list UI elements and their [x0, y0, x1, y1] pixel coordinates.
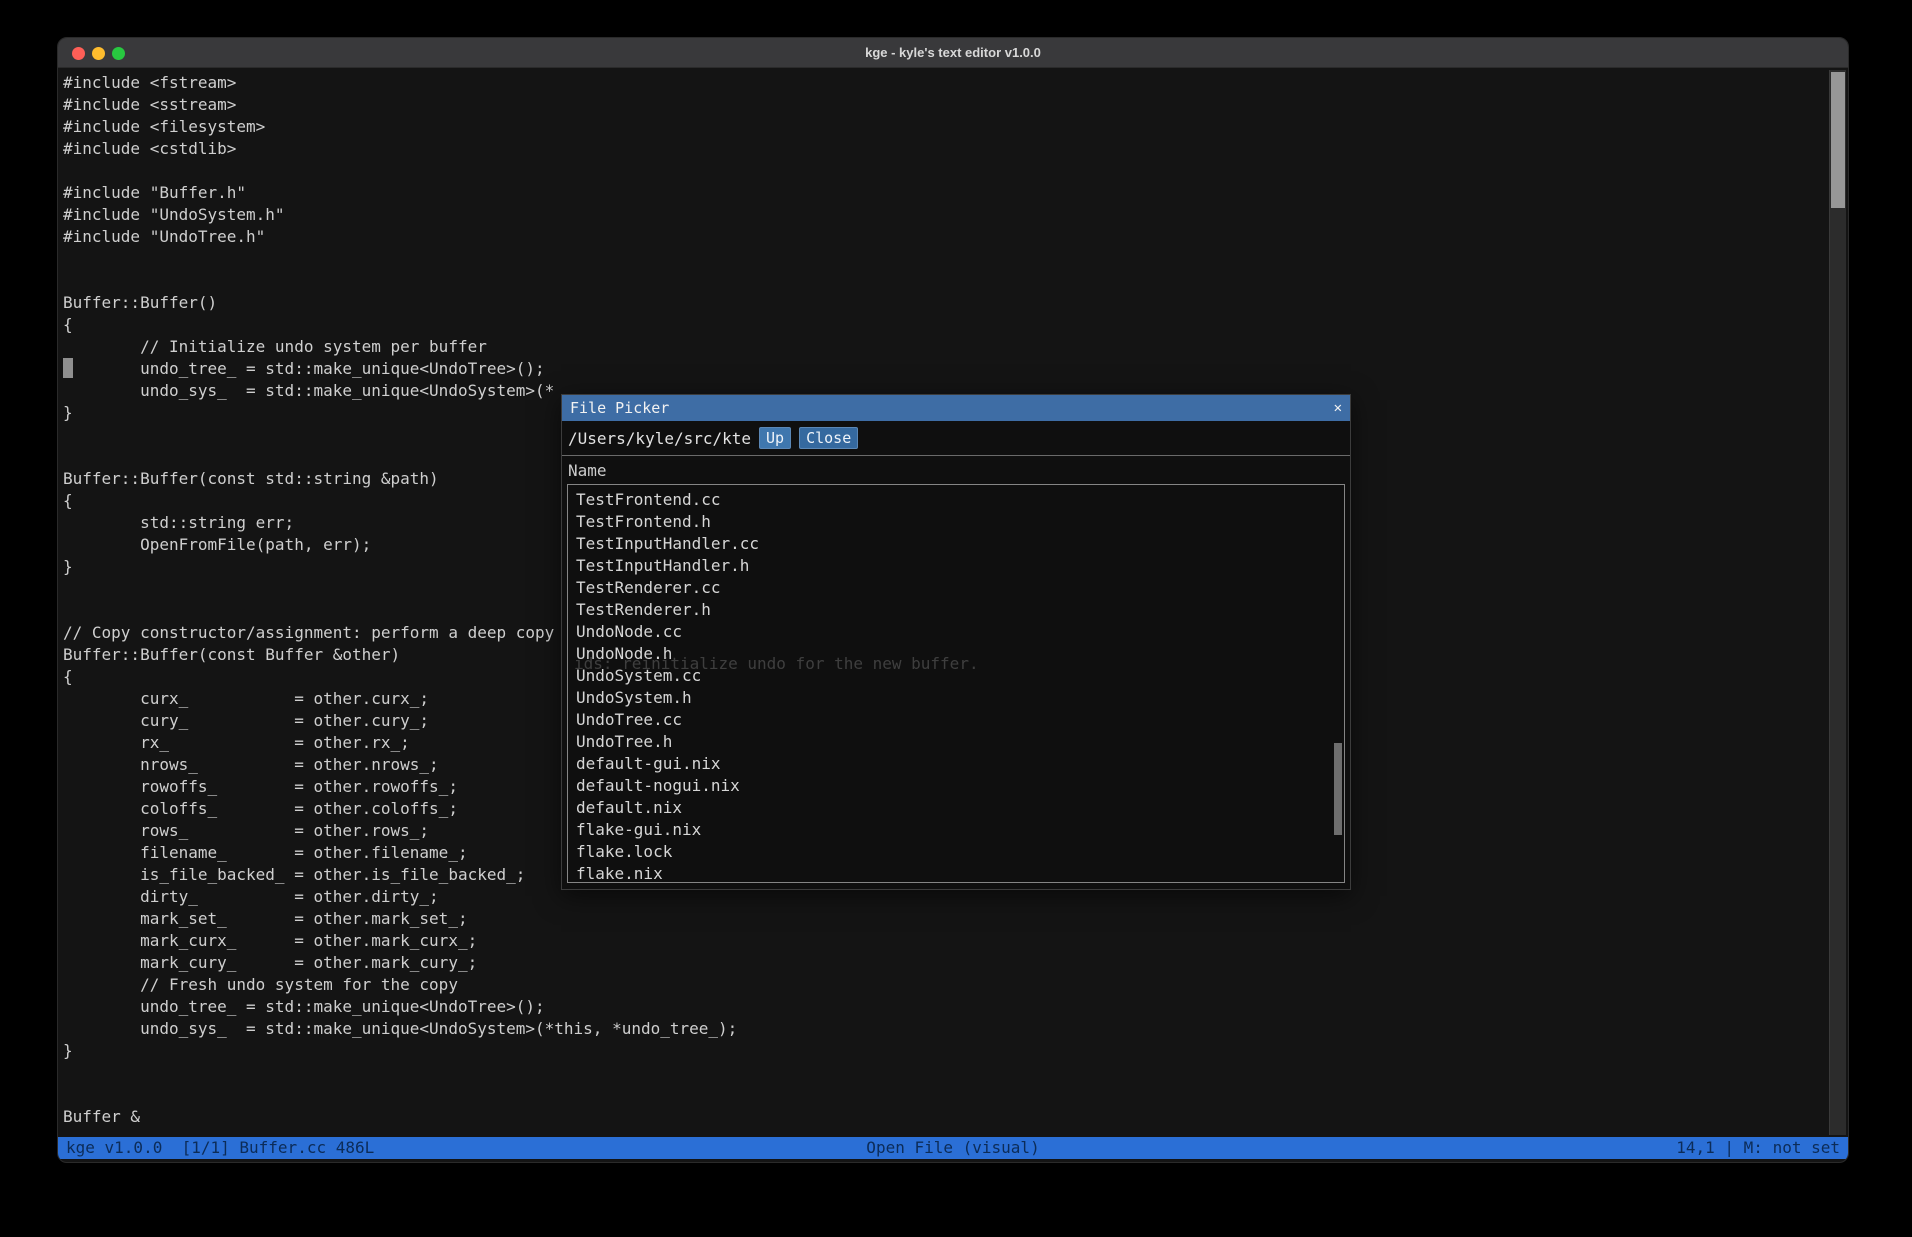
path-row: /Users/kyle/src/kte Up Close — [562, 421, 1350, 456]
dialog-close-icon[interactable]: ✕ — [1334, 400, 1342, 416]
status-mode: Open File (visual) — [866, 1137, 1039, 1159]
column-header-name: Name — [568, 457, 607, 484]
code-line: { — [63, 314, 1826, 336]
text-cursor — [63, 358, 73, 378]
file-item[interactable]: UndoSystem.h — [576, 687, 1344, 709]
code-line: undo_sys_ = std::make_unique<UndoSystem>… — [63, 1018, 1826, 1040]
code-line — [63, 248, 1826, 270]
file-item[interactable]: default-nogui.nix — [576, 775, 1344, 797]
code-line — [63, 270, 1826, 292]
file-item[interactable]: TestInputHandler.cc — [576, 533, 1344, 555]
maximize-window-icon[interactable] — [112, 47, 125, 60]
window-titlebar[interactable]: kge - kyle's text editor v1.0.0 — [58, 38, 1848, 68]
file-item[interactable]: flake.lock — [576, 841, 1344, 863]
traffic-lights — [72, 38, 125, 68]
file-item[interactable]: flake-gui.nix — [576, 819, 1344, 841]
file-item[interactable]: default.nix — [576, 797, 1344, 819]
file-item[interactable]: TestInputHandler.h — [576, 555, 1344, 577]
code-line: mark_curx_ = other.mark_curx_; — [63, 930, 1826, 952]
file-item[interactable]: UndoTree.h — [576, 731, 1344, 753]
file-item[interactable]: UndoTree.cc — [576, 709, 1344, 731]
file-picker-title: File Picker — [570, 399, 669, 417]
minimize-window-icon[interactable] — [92, 47, 105, 60]
code-line: #include "UndoTree.h" — [63, 226, 1826, 248]
file-item[interactable]: UndoNode.cc — [576, 621, 1344, 643]
file-list-scrollbar-thumb[interactable] — [1334, 743, 1342, 835]
current-path: /Users/kyle/src/kte — [568, 429, 751, 448]
code-line: // Fresh undo system for the copy — [63, 974, 1826, 996]
editor-window: kge - kyle's text editor v1.0.0 #include… — [57, 37, 1849, 1163]
code-line — [63, 1084, 1826, 1106]
up-button[interactable]: Up — [759, 427, 791, 449]
code-line: mark_cury_ = other.mark_cury_; — [63, 952, 1826, 974]
file-item[interactable]: flake.nix — [576, 863, 1344, 883]
file-picker-dialog: File Picker ✕ /Users/kyle/src/kte Up Clo… — [561, 394, 1351, 890]
file-list: TestFrontend.ccTestFrontend.hTestInputHa… — [567, 484, 1345, 883]
file-item[interactable]: UndoNode.h — [576, 643, 1344, 665]
code-line: #include <sstream> — [63, 94, 1826, 116]
code-line — [63, 1062, 1826, 1084]
window-title: kge - kyle's text editor v1.0.0 — [58, 45, 1848, 60]
code-line — [63, 160, 1826, 182]
code-line: #include <cstdlib> — [63, 138, 1826, 160]
editor-scrollbar[interactable] — [1829, 70, 1846, 1135]
file-item[interactable]: TestRenderer.h — [576, 599, 1344, 621]
code-line: // Initialize undo system per buffer — [63, 336, 1826, 358]
status-left: kge v1.0.0 [1/1] Buffer.cc 486L — [66, 1137, 374, 1159]
status-bar: kge v1.0.0 [1/1] Buffer.cc 486L Open Fil… — [58, 1137, 1848, 1159]
editor-scrollbar-thumb[interactable] — [1831, 72, 1845, 208]
code-line: #include "Buffer.h" — [63, 182, 1826, 204]
file-item[interactable]: UndoSystem.cc — [576, 665, 1344, 687]
code-line: #include "UndoSystem.h" — [63, 204, 1826, 226]
code-line: mark_set_ = other.mark_set_; — [63, 908, 1826, 930]
code-line: undo_tree_ = std::make_unique<UndoTree>(… — [63, 996, 1826, 1018]
file-item[interactable]: TestFrontend.h — [576, 511, 1344, 533]
close-window-icon[interactable] — [72, 47, 85, 60]
code-line: Buffer::Buffer() — [63, 292, 1826, 314]
code-line: undo_tree_ = std::make_unique<UndoTree>(… — [63, 358, 1826, 380]
code-line: #include <filesystem> — [63, 116, 1826, 138]
editor-area[interactable]: #include <fstream>#include <sstream>#inc… — [58, 68, 1848, 1137]
code-line: Buffer & — [63, 1106, 1826, 1128]
code-line: #include <fstream> — [63, 72, 1826, 94]
status-cursor-position: 14,1 | M: not set — [1676, 1137, 1840, 1159]
file-picker-titlebar[interactable]: File Picker ✕ — [562, 395, 1350, 421]
file-item[interactable]: TestFrontend.cc — [576, 489, 1344, 511]
code-line: } — [63, 1040, 1826, 1062]
file-item[interactable]: default-gui.nix — [576, 753, 1344, 775]
file-item[interactable]: TestRenderer.cc — [576, 577, 1344, 599]
close-button[interactable]: Close — [799, 427, 858, 449]
